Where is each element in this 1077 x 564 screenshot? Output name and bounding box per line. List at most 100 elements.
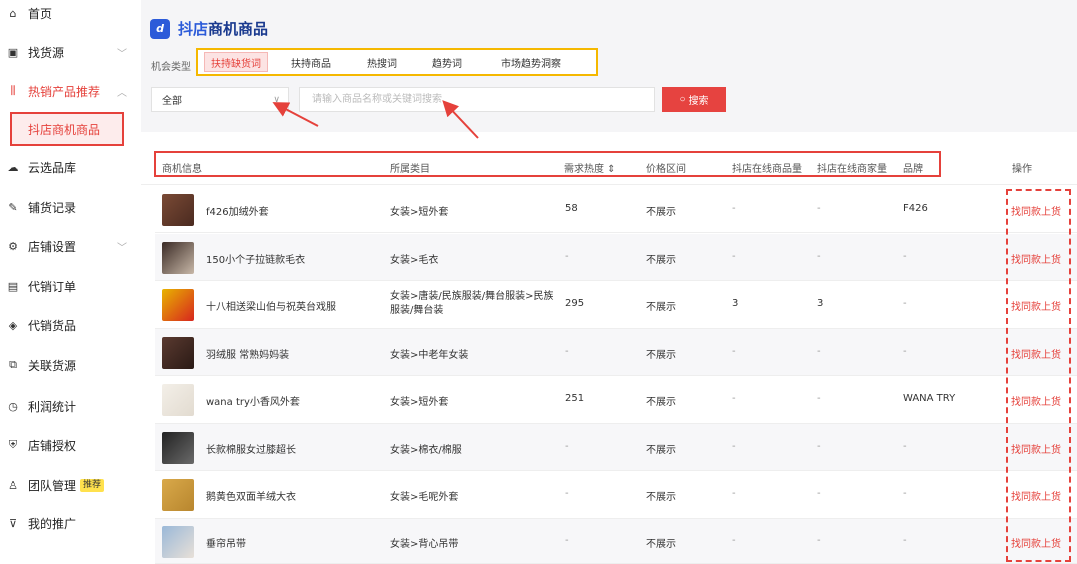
product-thumbnail [162, 241, 194, 274]
brand: - [903, 250, 907, 262]
brand: F426 [903, 202, 928, 214]
col-actions: 操作 [1012, 164, 1032, 175]
online-merchant-count: - [817, 250, 821, 262]
sidebar-item-goods[interactable]: ◈ 代销货品 [0, 314, 140, 336]
brand: - [903, 488, 907, 499]
col-category: 所属类目 [390, 164, 430, 175]
col-price-range: 价格区间 [646, 164, 686, 175]
sidebar-item-label: 找货源 [28, 45, 65, 60]
product-name: 垂帘吊带 [206, 538, 246, 550]
promotion-icon: ⊽ [8, 516, 18, 530]
product-category: 女装>背心吊带 [390, 538, 459, 550]
online-merchant-count: 3 [817, 298, 824, 309]
sidebar-item-shield[interactable]: ⛨ 店铺授权 [0, 434, 140, 456]
chevron-down-icon: ∨ [273, 94, 280, 105]
sidebar-item-home[interactable]: ⌂ 首页 [0, 2, 140, 24]
product-name: f426加绒外套 [206, 206, 269, 218]
sidebar-item-label: 代销货品 [28, 318, 77, 333]
sidebar-item-store-settings[interactable]: ⚙ 店铺设置 ﹀ [0, 235, 140, 257]
brand: WANA TRY [903, 393, 956, 404]
product-thumbnail [162, 525, 194, 558]
demand-heat: - [565, 534, 569, 546]
price-range: 不展示 [646, 254, 676, 266]
product-category: 女装>短外套 [390, 397, 449, 408]
tab-support-products[interactable]: 扶持商品 [268, 52, 354, 72]
sidebar-item-hot-products[interactable]: ⫼ 热销产品推荐 ︿ [0, 80, 140, 102]
online-merchant-count: - [817, 488, 821, 499]
sidebar-item-record[interactable]: ✎ 铺货记录 [0, 196, 140, 218]
col-opportunity-info: 商机信息 [162, 164, 202, 175]
sidebar-item-find-source[interactable]: ▣ 找货源 ﹀ [0, 41, 140, 63]
col-demand-heat[interactable]: 需求热度 ⇕ [564, 160, 616, 175]
search-button[interactable]: ○ 搜索 [662, 87, 726, 112]
product-name: 鹅黄色双面羊绒大衣 [206, 492, 296, 503]
tab-support-shortage-words[interactable]: 扶持缺货词 [204, 52, 268, 72]
table-row [155, 329, 1077, 376]
clock-icon: ◷ [8, 399, 18, 413]
sidebar-item-label: 团队管理 [28, 478, 77, 493]
opportunity-type-label: 机会类型 [151, 62, 191, 73]
col-brand: 品牌 [903, 164, 923, 175]
sidebar-subitem-doudian-opportunity[interactable]: 抖店商机商品 [10, 112, 124, 146]
chevron-up-icon: ︿ [117, 87, 127, 99]
sidebar-item-order[interactable]: ▤ 代销订单 [0, 275, 140, 297]
product-thumbnail [162, 479, 194, 511]
opportunity-tabs: 扶持缺货词 扶持商品 热搜词 趋势词 市场趋势洞察 [196, 48, 598, 76]
price-range: 不展示 [646, 538, 676, 550]
sidebar-item-label: 铺货记录 [28, 200, 77, 215]
product-category: 女装>中老年女装 [390, 349, 469, 361]
sidebar-item-cloud[interactable]: ☁ 云选品库 [0, 156, 140, 178]
online-goods-count: - [732, 250, 736, 262]
product-name: 长款棉服女过膝超长 [206, 444, 296, 456]
search-input[interactable] [299, 87, 655, 112]
title-suffix: 商机商品 [208, 20, 269, 38]
sidebar-item-promotion[interactable]: ⊽ 我的推广 [0, 512, 140, 534]
product-category: 女装>唐装/民族服装/舞台服装>民族服装/舞台装 [390, 291, 554, 316]
sidebar-item-label: 利润统计 [28, 399, 77, 414]
sidebar-item-label: 首页 [28, 6, 53, 21]
sidebar-item-clock[interactable]: ◷ 利润统计 [0, 395, 140, 417]
col-online-merchants: 抖店在线商家量 [817, 164, 887, 175]
store-settings-icon: ⚙ [8, 239, 18, 253]
product-name: 羽绒服 常熟妈妈装 [206, 349, 290, 361]
record-icon: ✎ [8, 200, 18, 214]
tab-market-trend-insight[interactable]: 市场趋势洞察 [484, 52, 578, 72]
table-row [155, 186, 1077, 233]
online-goods-count: - [732, 393, 736, 404]
demand-heat: 295 [565, 298, 585, 309]
sidebar-item-label: 店铺授权 [28, 438, 77, 453]
brand: - [903, 534, 907, 546]
online-goods-count: - [732, 345, 736, 357]
online-goods-count: - [732, 440, 736, 452]
online-merchant-count: - [817, 440, 821, 452]
brand-logo-icon: d [150, 18, 170, 39]
category-select[interactable]: 全部 ∨ [151, 87, 289, 112]
app-root: ⌂ 首页 ▣ 找货源 ﹀ ⫼ 热销产品推荐 ︿ ☁ 云选品库 ✎ 铺货记录 ⚙ 店铺设置 ﹀ ▤ 代销订单 ◈ 代销… [0, 0, 1077, 564]
price-range: 不展示 [646, 302, 676, 313]
online-merchant-count: - [817, 393, 821, 404]
product-name: 150小个子拉链款毛衣 [206, 254, 306, 266]
tab-hot-search-words[interactable]: 热搜词 [354, 52, 410, 72]
tab-trend-words[interactable]: 趋势词 [410, 52, 484, 72]
sidebar-item-label: 我的推广 [28, 516, 77, 531]
brand: - [903, 440, 907, 452]
sidebar-item-team[interactable]: ♙ 团队管理 推荐 [0, 474, 140, 496]
sidebar-item-link[interactable]: ⧉ 关联货源 [0, 354, 140, 376]
product-category: 女装>毛衣 [390, 254, 439, 266]
price-range: 不展示 [646, 492, 676, 503]
price-range: 不展示 [646, 206, 676, 218]
product-thumbnail [162, 431, 194, 464]
team-icon: ♙ [8, 478, 18, 492]
order-icon: ▤ [7, 279, 19, 293]
brand: - [903, 345, 907, 357]
find-source-icon: ▣ [7, 45, 19, 59]
demand-heat: 58 [565, 202, 578, 214]
hot-products-icon: ⫼ [10, 84, 16, 97]
demand-heat: - [565, 488, 569, 499]
title-prefix: 抖店 [178, 20, 209, 38]
actions-highlight [1006, 189, 1071, 562]
online-merchant-count: - [817, 345, 821, 357]
col-online-goods: 抖店在线商品量 [732, 164, 802, 175]
product-category: 女装>毛呢外套 [390, 492, 459, 503]
shield-icon: ⛨ [8, 438, 18, 451]
